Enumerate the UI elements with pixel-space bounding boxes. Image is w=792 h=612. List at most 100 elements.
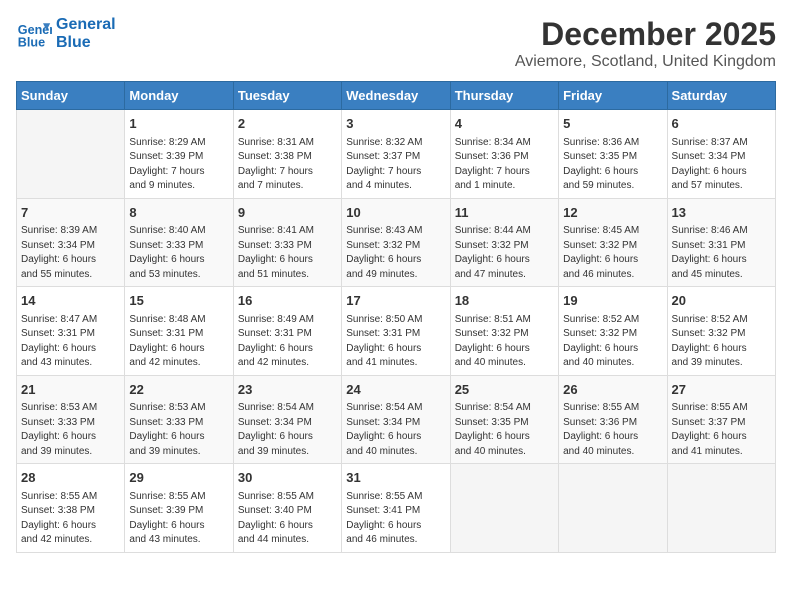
- header-row: SundayMondayTuesdayWednesdayThursdayFrid…: [17, 82, 776, 110]
- logo: General Blue General Blue: [16, 16, 116, 52]
- day-number: 8: [129, 203, 228, 223]
- calendar-cell: 13Sunrise: 8:46 AMSunset: 3:31 PMDayligh…: [667, 198, 775, 287]
- week-row-2: 7Sunrise: 8:39 AMSunset: 3:34 PMDaylight…: [17, 198, 776, 287]
- calendar-cell: 18Sunrise: 8:51 AMSunset: 3:32 PMDayligh…: [450, 287, 558, 376]
- day-number: 6: [672, 114, 771, 134]
- day-number: 1: [129, 114, 228, 134]
- day-info: Sunrise: 8:55 AMSunset: 3:40 PMDaylight:…: [238, 490, 337, 548]
- calendar-cell: 15Sunrise: 8:48 AMSunset: 3:31 PMDayligh…: [125, 287, 233, 376]
- day-number: 10: [346, 203, 445, 223]
- day-number: 31: [346, 468, 445, 488]
- calendar-table: SundayMondayTuesdayWednesdayThursdayFrid…: [16, 81, 776, 553]
- calendar-cell: 20Sunrise: 8:52 AMSunset: 3:32 PMDayligh…: [667, 287, 775, 376]
- page-header: General Blue General Blue December 2025 …: [16, 16, 776, 71]
- week-row-1: 1Sunrise: 8:29 AMSunset: 3:39 PMDaylight…: [17, 110, 776, 199]
- day-info: Sunrise: 8:31 AMSunset: 3:38 PMDaylight:…: [238, 136, 337, 194]
- day-info: Sunrise: 8:32 AMSunset: 3:37 PMDaylight:…: [346, 136, 445, 194]
- column-header-saturday: Saturday: [667, 82, 775, 110]
- day-info: Sunrise: 8:53 AMSunset: 3:33 PMDaylight:…: [129, 401, 228, 459]
- day-number: 14: [21, 291, 120, 311]
- calendar-cell: [667, 464, 775, 553]
- day-number: 24: [346, 380, 445, 400]
- svg-text:Blue: Blue: [18, 36, 45, 50]
- calendar-cell: 22Sunrise: 8:53 AMSunset: 3:33 PMDayligh…: [125, 375, 233, 464]
- day-number: 20: [672, 291, 771, 311]
- day-info: Sunrise: 8:51 AMSunset: 3:32 PMDaylight:…: [455, 313, 554, 371]
- day-number: 16: [238, 291, 337, 311]
- logo-icon: General Blue: [16, 16, 52, 52]
- day-info: Sunrise: 8:52 AMSunset: 3:32 PMDaylight:…: [672, 313, 771, 371]
- day-info: Sunrise: 8:45 AMSunset: 3:32 PMDaylight:…: [563, 224, 662, 282]
- day-number: 4: [455, 114, 554, 134]
- day-info: Sunrise: 8:55 AMSunset: 3:39 PMDaylight:…: [129, 490, 228, 548]
- day-number: 28: [21, 468, 120, 488]
- calendar-cell: 12Sunrise: 8:45 AMSunset: 3:32 PMDayligh…: [559, 198, 667, 287]
- day-info: Sunrise: 8:49 AMSunset: 3:31 PMDaylight:…: [238, 313, 337, 371]
- day-number: 12: [563, 203, 662, 223]
- week-row-3: 14Sunrise: 8:47 AMSunset: 3:31 PMDayligh…: [17, 287, 776, 376]
- calendar-cell: 26Sunrise: 8:55 AMSunset: 3:36 PMDayligh…: [559, 375, 667, 464]
- day-info: Sunrise: 8:36 AMSunset: 3:35 PMDaylight:…: [563, 136, 662, 194]
- calendar-cell: 6Sunrise: 8:37 AMSunset: 3:34 PMDaylight…: [667, 110, 775, 199]
- calendar-cell: 21Sunrise: 8:53 AMSunset: 3:33 PMDayligh…: [17, 375, 125, 464]
- day-number: 29: [129, 468, 228, 488]
- day-number: 18: [455, 291, 554, 311]
- day-number: 7: [21, 203, 120, 223]
- calendar-cell: [17, 110, 125, 199]
- day-number: 17: [346, 291, 445, 311]
- calendar-cell: 23Sunrise: 8:54 AMSunset: 3:34 PMDayligh…: [233, 375, 341, 464]
- calendar-cell: 19Sunrise: 8:52 AMSunset: 3:32 PMDayligh…: [559, 287, 667, 376]
- logo-blue: Blue: [56, 34, 116, 52]
- calendar-cell: 3Sunrise: 8:32 AMSunset: 3:37 PMDaylight…: [342, 110, 450, 199]
- calendar-cell: [559, 464, 667, 553]
- week-row-5: 28Sunrise: 8:55 AMSunset: 3:38 PMDayligh…: [17, 464, 776, 553]
- day-info: Sunrise: 8:34 AMSunset: 3:36 PMDaylight:…: [455, 136, 554, 194]
- day-info: Sunrise: 8:54 AMSunset: 3:34 PMDaylight:…: [346, 401, 445, 459]
- day-number: 9: [238, 203, 337, 223]
- day-info: Sunrise: 8:48 AMSunset: 3:31 PMDaylight:…: [129, 313, 228, 371]
- day-info: Sunrise: 8:37 AMSunset: 3:34 PMDaylight:…: [672, 136, 771, 194]
- day-info: Sunrise: 8:41 AMSunset: 3:33 PMDaylight:…: [238, 224, 337, 282]
- calendar-cell: 8Sunrise: 8:40 AMSunset: 3:33 PMDaylight…: [125, 198, 233, 287]
- calendar-cell: 5Sunrise: 8:36 AMSunset: 3:35 PMDaylight…: [559, 110, 667, 199]
- day-number: 30: [238, 468, 337, 488]
- day-info: Sunrise: 8:40 AMSunset: 3:33 PMDaylight:…: [129, 224, 228, 282]
- calendar-cell: [450, 464, 558, 553]
- calendar-cell: 24Sunrise: 8:54 AMSunset: 3:34 PMDayligh…: [342, 375, 450, 464]
- day-info: Sunrise: 8:46 AMSunset: 3:31 PMDaylight:…: [672, 224, 771, 282]
- calendar-cell: 11Sunrise: 8:44 AMSunset: 3:32 PMDayligh…: [450, 198, 558, 287]
- calendar-cell: 1Sunrise: 8:29 AMSunset: 3:39 PMDaylight…: [125, 110, 233, 199]
- day-info: Sunrise: 8:55 AMSunset: 3:38 PMDaylight:…: [21, 490, 120, 548]
- column-header-thursday: Thursday: [450, 82, 558, 110]
- column-header-tuesday: Tuesday: [233, 82, 341, 110]
- day-number: 21: [21, 380, 120, 400]
- day-info: Sunrise: 8:47 AMSunset: 3:31 PMDaylight:…: [21, 313, 120, 371]
- calendar-cell: 7Sunrise: 8:39 AMSunset: 3:34 PMDaylight…: [17, 198, 125, 287]
- calendar-cell: 25Sunrise: 8:54 AMSunset: 3:35 PMDayligh…: [450, 375, 558, 464]
- calendar-cell: 14Sunrise: 8:47 AMSunset: 3:31 PMDayligh…: [17, 287, 125, 376]
- week-row-4: 21 Sunrise: 8:53 AMSunset: 3:33 PMDayligh…: [17, 375, 776, 464]
- location-subtitle: Aviemore, Scotland, United Kingdom: [515, 53, 776, 71]
- day-info: Sunrise: 8:52 AMSunset: 3:32 PMDaylight:…: [563, 313, 662, 371]
- calendar-cell: 9Sunrise: 8:41 AMSunset: 3:33 PMDaylight…: [233, 198, 341, 287]
- calendar-cell: 16Sunrise: 8:49 AMSunset: 3:31 PMDayligh…: [233, 287, 341, 376]
- column-header-friday: Friday: [559, 82, 667, 110]
- day-number: 2: [238, 114, 337, 134]
- column-header-wednesday: Wednesday: [342, 82, 450, 110]
- day-info: Sunrise: 8:44 AMSunset: 3:32 PMDaylight:…: [455, 224, 554, 282]
- day-info: Sunrise: 8:55 AMSunset: 3:36 PMDaylight:…: [563, 401, 662, 459]
- day-info: Sunrise: 8:43 AMSunset: 3:32 PMDaylight:…: [346, 224, 445, 282]
- day-number: 25: [455, 380, 554, 400]
- calendar-cell: 17Sunrise: 8:50 AMSunset: 3:31 PMDayligh…: [342, 287, 450, 376]
- day-number: 5: [563, 114, 662, 134]
- title-section: December 2025 Aviemore, Scotland, United…: [515, 16, 776, 71]
- calendar-cell: 31Sunrise: 8:55 AMSunset: 3:41 PMDayligh…: [342, 464, 450, 553]
- day-number: 3: [346, 114, 445, 134]
- calendar-cell: 30Sunrise: 8:55 AMSunset: 3:40 PMDayligh…: [233, 464, 341, 553]
- day-info: Sunrise: 8:29 AMSunset: 3:39 PMDaylight:…: [129, 136, 228, 194]
- calendar-cell: 4Sunrise: 8:34 AMSunset: 3:36 PMDaylight…: [450, 110, 558, 199]
- day-info: Sunrise: 8:55 AMSunset: 3:41 PMDaylight:…: [346, 490, 445, 548]
- calendar-cell: 10Sunrise: 8:43 AMSunset: 3:32 PMDayligh…: [342, 198, 450, 287]
- day-number: 27: [672, 380, 771, 400]
- calendar-cell: 27Sunrise: 8:55 AMSunset: 3:37 PMDayligh…: [667, 375, 775, 464]
